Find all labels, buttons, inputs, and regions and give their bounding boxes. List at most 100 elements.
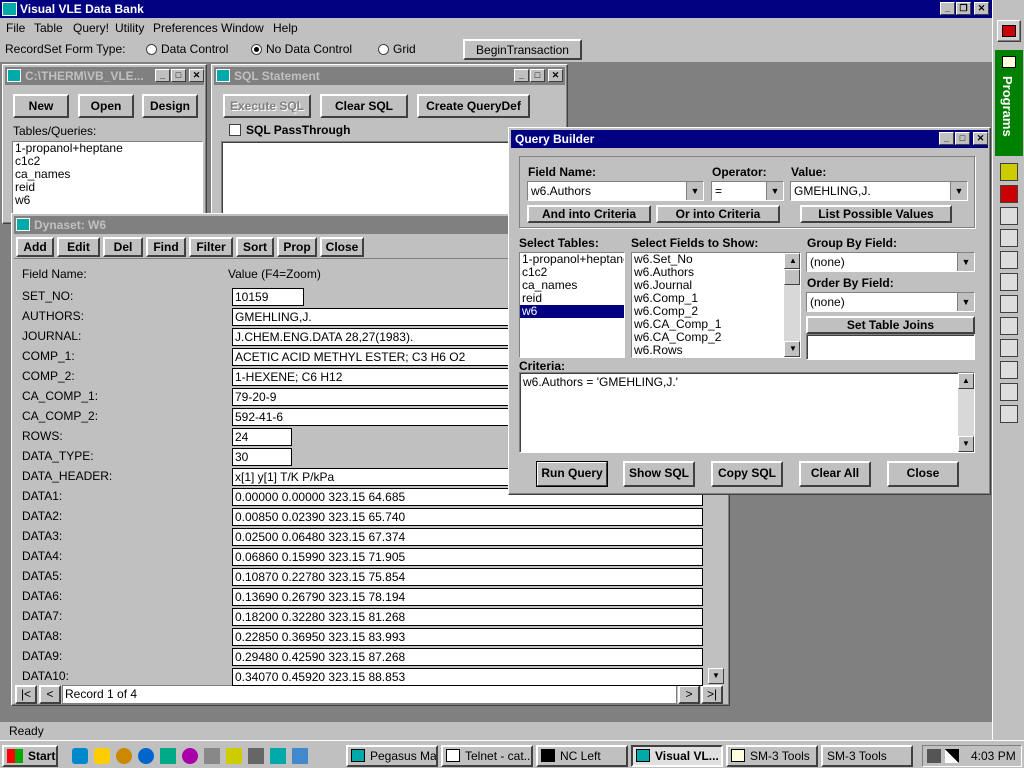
dynaset-scrollbar[interactable]: ▼ [708, 466, 724, 684]
radio-no-data-control[interactable]: No Data Control [251, 38, 352, 60]
tray-network-icon[interactable] [927, 749, 941, 763]
edit-button[interactable]: Edit [57, 237, 100, 257]
radio-grid[interactable]: Grid [378, 38, 416, 60]
shortcut-icon[interactable] [1000, 317, 1018, 335]
menu-table[interactable]: Table [34, 18, 63, 38]
sql-passthrough-checkbox[interactable]: SQL PassThrough [229, 123, 350, 137]
shortcut-icon[interactable] [1000, 405, 1018, 423]
task-nc-left[interactable]: NC Left [536, 745, 628, 767]
list-item[interactable]: 1-propanol+heptane [13, 142, 202, 155]
quicklaunch-icon-10[interactable] [270, 748, 286, 764]
run-query-button[interactable]: Run Query [536, 461, 608, 487]
close-icon[interactable]: ✕ [974, 2, 989, 15]
value-combo[interactable]: GMEHLING,J. ▼ [790, 181, 968, 201]
scroll-down-icon[interactable]: ▼ [958, 436, 974, 452]
sql-window-title-bar[interactable]: SQL Statement _ □ ✕ [214, 67, 565, 85]
shortcut-icon[interactable] [1000, 229, 1018, 247]
task-visual-vle[interactable]: Visual VL... [631, 745, 723, 767]
begin-transaction-button[interactable]: BeginTransaction [463, 39, 582, 60]
field-value-input[interactable]: 0.22850 0.36950 323.15 83.993 [232, 628, 703, 646]
office-icon[interactable] [997, 20, 1021, 42]
copy-sql-button[interactable]: Copy SQL [711, 461, 783, 487]
set-table-joins-button[interactable]: Set Table Joins [806, 316, 975, 334]
next-record-button[interactable]: > [678, 685, 700, 704]
qb-close-button[interactable]: Close [887, 461, 959, 487]
programs-panel[interactable]: Programs [995, 50, 1023, 156]
main-title-bar[interactable]: Visual VLE Data Bank _ ❐ ✕ [0, 0, 992, 18]
menu-preferences[interactable]: Preferences [153, 18, 218, 38]
field-value-input[interactable]: 0.34070 0.45920 323.15 88.853 [232, 668, 703, 686]
db-close-icon[interactable]: ✕ [189, 69, 204, 82]
chevron-down-icon[interactable]: ▼ [957, 253, 974, 271]
tables-queries-list[interactable]: 1-propanol+heptane c1c2 ca_names reid w6 [12, 141, 203, 221]
quicklaunch-icon-6[interactable] [182, 748, 198, 764]
task-sm3-tools-1[interactable]: SM-3 Tools [726, 745, 818, 767]
last-record-button[interactable]: >| [701, 685, 723, 704]
restore-icon[interactable]: ❐ [956, 2, 971, 15]
operator-combo[interactable]: = ▼ [711, 181, 784, 201]
quicklaunch-icon-1[interactable] [72, 748, 88, 764]
scroll-thumb[interactable] [784, 269, 800, 285]
field-value-input[interactable]: 0.18200 0.32280 323.15 81.268 [232, 608, 703, 626]
field-value-input[interactable]: 0.29480 0.42590 323.15 87.268 [232, 648, 703, 666]
shortcut-icon[interactable] [1000, 383, 1018, 401]
create-querydef-button[interactable]: Create QueryDef [417, 94, 530, 118]
field-value-input[interactable]: 30 [232, 448, 292, 466]
group-by-combo[interactable]: (none) ▼ [806, 252, 975, 272]
shortcut-icon[interactable] [1000, 163, 1018, 181]
quicklaunch-icon-2[interactable] [94, 748, 110, 764]
delete-button[interactable]: Del [103, 237, 143, 257]
shortcut-icon[interactable] [1000, 295, 1018, 313]
filter-button[interactable]: Filter [189, 237, 233, 257]
scroll-up-icon[interactable]: ▲ [784, 253, 800, 269]
prev-record-button[interactable]: < [39, 685, 61, 704]
shortcut-icon[interactable] [1000, 207, 1018, 225]
field-name-combo[interactable]: w6.Authors ▼ [527, 181, 704, 201]
fields-scrollbar[interactable]: ▲ ▼ [784, 253, 800, 357]
field-value-input[interactable]: 0.13690 0.26790 323.15 78.194 [232, 588, 703, 606]
start-button[interactable]: Start [2, 745, 58, 767]
sql-close-icon[interactable]: ✕ [548, 69, 563, 82]
quicklaunch-icon-9[interactable] [248, 748, 264, 764]
scroll-down-icon[interactable]: ▼ [784, 341, 800, 357]
qb-maximize-icon[interactable]: □ [955, 132, 970, 145]
shortcut-icon[interactable] [1000, 251, 1018, 269]
field-value-input[interactable]: 0.06860 0.15990 323.15 71.905 [232, 548, 703, 566]
minimize-icon[interactable]: _ [940, 2, 955, 15]
order-by-combo[interactable]: (none) ▼ [806, 292, 975, 312]
select-tables-list[interactable]: 1-propanol+heptane c1c2 ca_names reid w6 [519, 252, 625, 358]
find-button[interactable]: Find [146, 237, 186, 257]
shortcut-icon[interactable] [1000, 185, 1018, 203]
list-item-selected[interactable]: w6 [520, 305, 624, 318]
sql-maximize-icon[interactable]: □ [530, 69, 545, 82]
task-telnet[interactable]: Telnet - cat... [441, 745, 533, 767]
list-item[interactable]: ca_names [13, 168, 202, 181]
query-builder-title-bar[interactable]: Query Builder _ □ ✕ [511, 130, 988, 148]
show-sql-button[interactable]: Show SQL [623, 461, 695, 487]
field-value-input[interactable]: 0.00850 0.02390 323.15 65.740 [232, 508, 703, 526]
clear-sql-button[interactable]: Clear SQL [320, 94, 408, 118]
quicklaunch-icon-3[interactable] [116, 748, 132, 764]
list-possible-values-button[interactable]: List Possible Values [800, 205, 952, 223]
list-item[interactable]: reid [13, 181, 202, 194]
task-sm3-tools-2[interactable]: SM-3 Tools [821, 745, 913, 767]
field-value-input[interactable]: 10159 [232, 288, 304, 306]
quicklaunch-icon-5[interactable] [160, 748, 176, 764]
quicklaunch-icon-8[interactable] [226, 748, 242, 764]
quicklaunch-icon-7[interactable] [204, 748, 220, 764]
qb-close-icon[interactable]: ✕ [973, 132, 988, 145]
field-value-input[interactable]: 0.02500 0.06480 323.15 67.374 [232, 528, 703, 546]
new-button[interactable]: New [13, 94, 69, 118]
chevron-down-icon[interactable]: ▼ [950, 182, 967, 200]
qb-minimize-icon[interactable]: _ [939, 132, 954, 145]
sort-button[interactable]: Sort [236, 237, 274, 257]
quicklaunch-icon-11[interactable] [292, 748, 308, 764]
menu-help[interactable]: Help [273, 18, 298, 38]
first-record-button[interactable]: |< [15, 685, 37, 704]
criteria-textbox[interactable]: w6.Authors = 'GMEHLING,J.' ▲ ▼ [519, 372, 975, 453]
field-value-input[interactable]: 0.10870 0.22780 323.15 75.854 [232, 568, 703, 586]
sql-minimize-icon[interactable]: _ [514, 69, 529, 82]
joins-list[interactable] [806, 334, 975, 360]
tray-flag-icon[interactable] [945, 749, 959, 763]
db-window-title-bar[interactable]: C:\THERM\VB_VLE... _ □ ✕ [5, 67, 204, 85]
